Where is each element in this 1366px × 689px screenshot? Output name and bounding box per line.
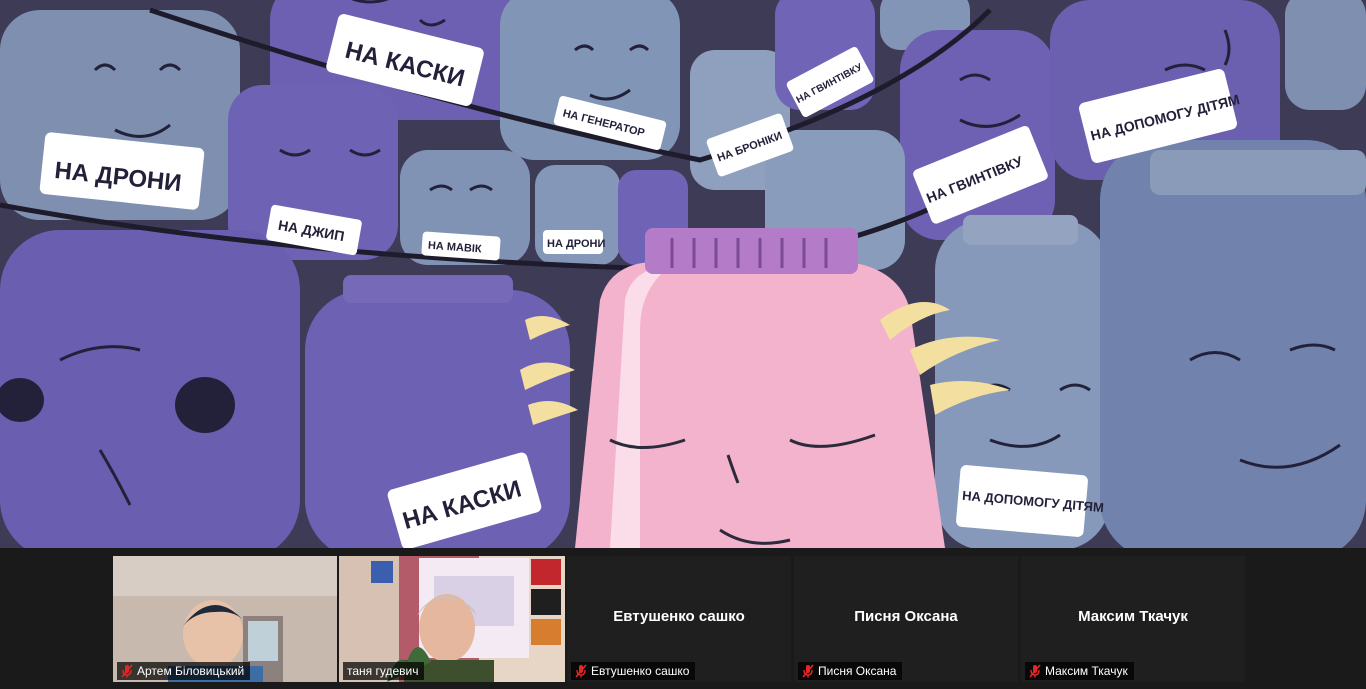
jar-label-drones-small: НА ДРОНИ [547, 238, 605, 250]
participant-name-tag: таня гудевич [343, 662, 425, 680]
cartoon-jars-illustration: НА ДРОНИ НА КАСКИ НА ГЕНЕРАТОР НА ДЖИП Н… [0, 0, 1366, 548]
participant-tile[interactable]: Артем Біловицький [113, 556, 337, 682]
participant-name-tag: Максим Ткачук [1025, 662, 1134, 680]
participant-gallery-strip: Артем Біловицький таня гудевич Евтушенко… [0, 548, 1366, 689]
participant-name: Евтушенко сашко [591, 664, 690, 678]
mic-muted-icon [802, 664, 814, 678]
participant-tile[interactable]: Писня Оксана Писня Оксана [794, 556, 1018, 682]
participant-name: Писня Оксана [818, 664, 897, 678]
participant-name: таня гудевич [347, 664, 419, 678]
mic-muted-icon [1029, 664, 1041, 678]
participant-name: Максим Ткачук [1045, 664, 1128, 678]
participant-name: Артем Біловицький [137, 664, 245, 678]
mic-muted-icon [575, 664, 587, 678]
participant-display-name: Евтушенко сашко [613, 608, 745, 625]
participant-display-name: Писня Оксана [854, 608, 958, 625]
participant-display-name: Максим Ткачук [1078, 608, 1188, 625]
shared-screen: НА ДРОНИ НА КАСКИ НА ГЕНЕРАТОР НА ДЖИП Н… [0, 0, 1366, 548]
participant-tile[interactable]: Максим Ткачук Максим Ткачук [1021, 556, 1245, 682]
participant-name-tag: Писня Оксана [798, 662, 903, 680]
participant-tile[interactable]: Евтушенко сашко Евтушенко сашко [567, 556, 791, 682]
participant-name-tag: Артем Біловицький [117, 662, 251, 680]
mic-muted-icon [121, 664, 133, 678]
participant-tile-active-speaker[interactable]: таня гудевич [339, 556, 565, 682]
participant-name-tag: Евтушенко сашко [571, 662, 696, 680]
